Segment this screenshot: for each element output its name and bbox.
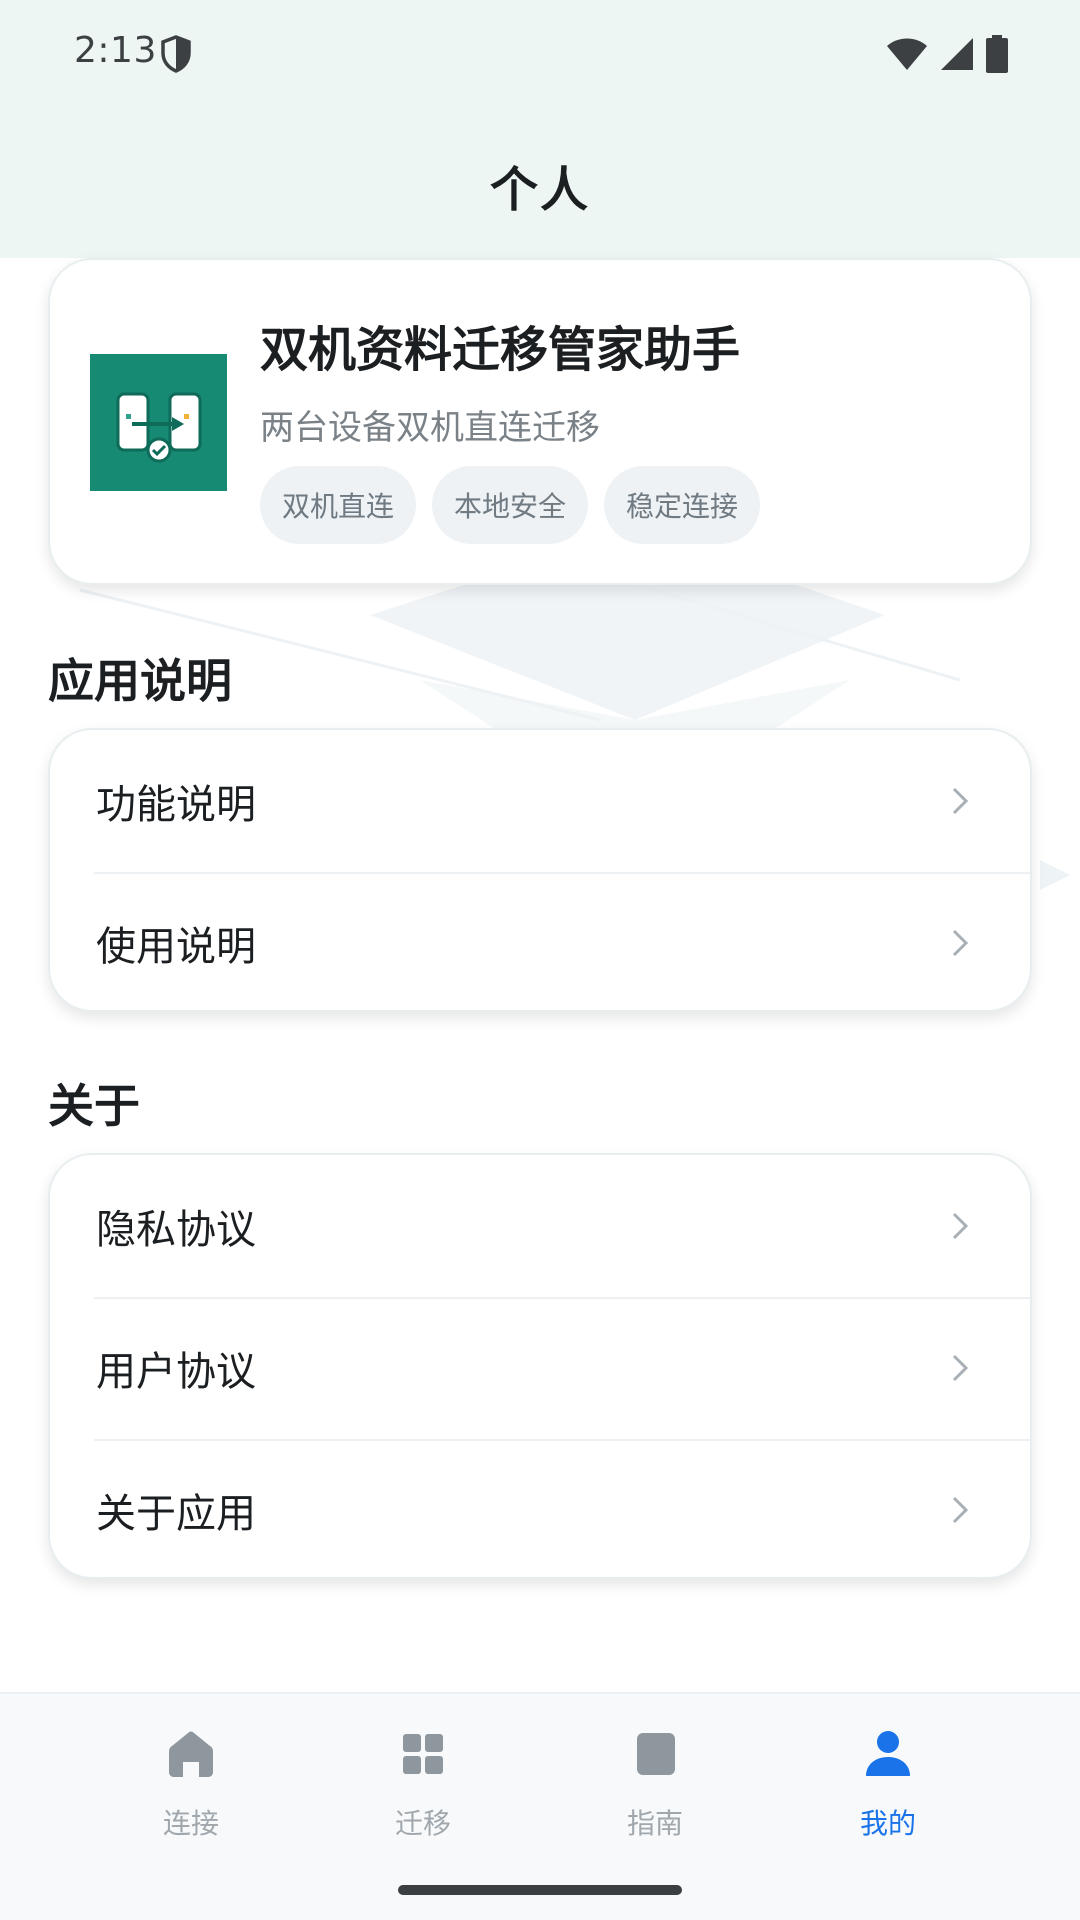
person-icon — [866, 1731, 910, 1776]
status-time: 2:13 — [74, 30, 157, 71]
nav-label: 指南 — [626, 1807, 683, 1840]
page-title: 个人 — [489, 162, 590, 218]
tag-stable-connection: 稳定连接 — [604, 466, 761, 544]
battery-icon — [986, 35, 1008, 73]
app-subtitle: 两台设备双机直连迁移 — [260, 408, 600, 448]
grid-icon — [403, 1734, 443, 1774]
app-info-card: 双机资料迁移管家助手 两台设备双机直连迁移 双机直连 本地安全 稳定连接 — [48, 258, 1032, 585]
chevron-right-icon — [952, 787, 969, 815]
nav-tab-migrate[interactable]: 迁移 — [333, 1724, 513, 1864]
menu-item-label: 功能说明 — [96, 782, 256, 828]
menu-item-usage-guide[interactable]: 使用说明 — [50, 872, 1030, 1010]
menu-item-label: 用户协议 — [96, 1349, 256, 1395]
app-logo — [90, 354, 227, 491]
chevron-right-icon — [952, 929, 969, 957]
wifi-icon — [887, 38, 927, 70]
section-title-about: 关于 — [48, 1079, 140, 1133]
nav-tab-guide[interactable]: 指南 — [565, 1724, 745, 1864]
nav-tab-connect[interactable]: 连接 — [101, 1724, 281, 1864]
home-icon — [169, 1731, 213, 1777]
menu-item-label: 关于应用 — [96, 1491, 256, 1537]
menu-item-about-app[interactable]: 关于应用 — [50, 1439, 1030, 1577]
menu-item-label: 使用说明 — [96, 924, 256, 970]
chevron-right-icon — [952, 1212, 969, 1240]
tag-direct-connect: 双机直连 — [260, 466, 417, 544]
profile-screen: 2:13 个人 双机资料迁移管家助手 两台设备双机直连迁移 双机直连 本地安全 … — [0, 0, 1080, 1920]
menu-item-feature-description[interactable]: 功能说明 — [50, 730, 1030, 872]
nav-label: 我的 — [859, 1807, 916, 1840]
menu-item-privacy-policy[interactable]: 隐私协议 — [50, 1155, 1030, 1297]
status-bar: 2:13 — [0, 0, 1080, 106]
status-icons — [886, 34, 1008, 74]
tag-local-secure: 本地安全 — [432, 466, 589, 544]
transfer-logo-icon — [116, 392, 202, 463]
nav-label: 连接 — [162, 1807, 219, 1840]
chevron-right-icon — [952, 1354, 969, 1382]
header: 2:13 个人 — [0, 0, 1080, 258]
book-icon — [637, 1733, 675, 1775]
section-title-app-instructions: 应用说明 — [48, 654, 232, 708]
app-instructions-list: 功能说明 使用说明 — [48, 728, 1032, 1012]
home-indicator[interactable] — [398, 1885, 682, 1895]
feature-tags: 双机直连 本地安全 稳定连接 — [260, 466, 761, 544]
signal-icon — [941, 38, 973, 70]
chevron-right-icon — [952, 1496, 969, 1524]
shield-icon — [161, 35, 191, 73]
menu-item-user-agreement[interactable]: 用户协议 — [50, 1297, 1030, 1439]
about-list: 隐私协议 用户协议 关于应用 — [48, 1153, 1032, 1579]
nav-label: 迁移 — [394, 1807, 451, 1840]
app-name: 双机资料迁移管家助手 — [260, 322, 741, 378]
nav-tab-mine[interactable]: 我的 — [798, 1724, 978, 1864]
menu-item-label: 隐私协议 — [96, 1207, 256, 1253]
